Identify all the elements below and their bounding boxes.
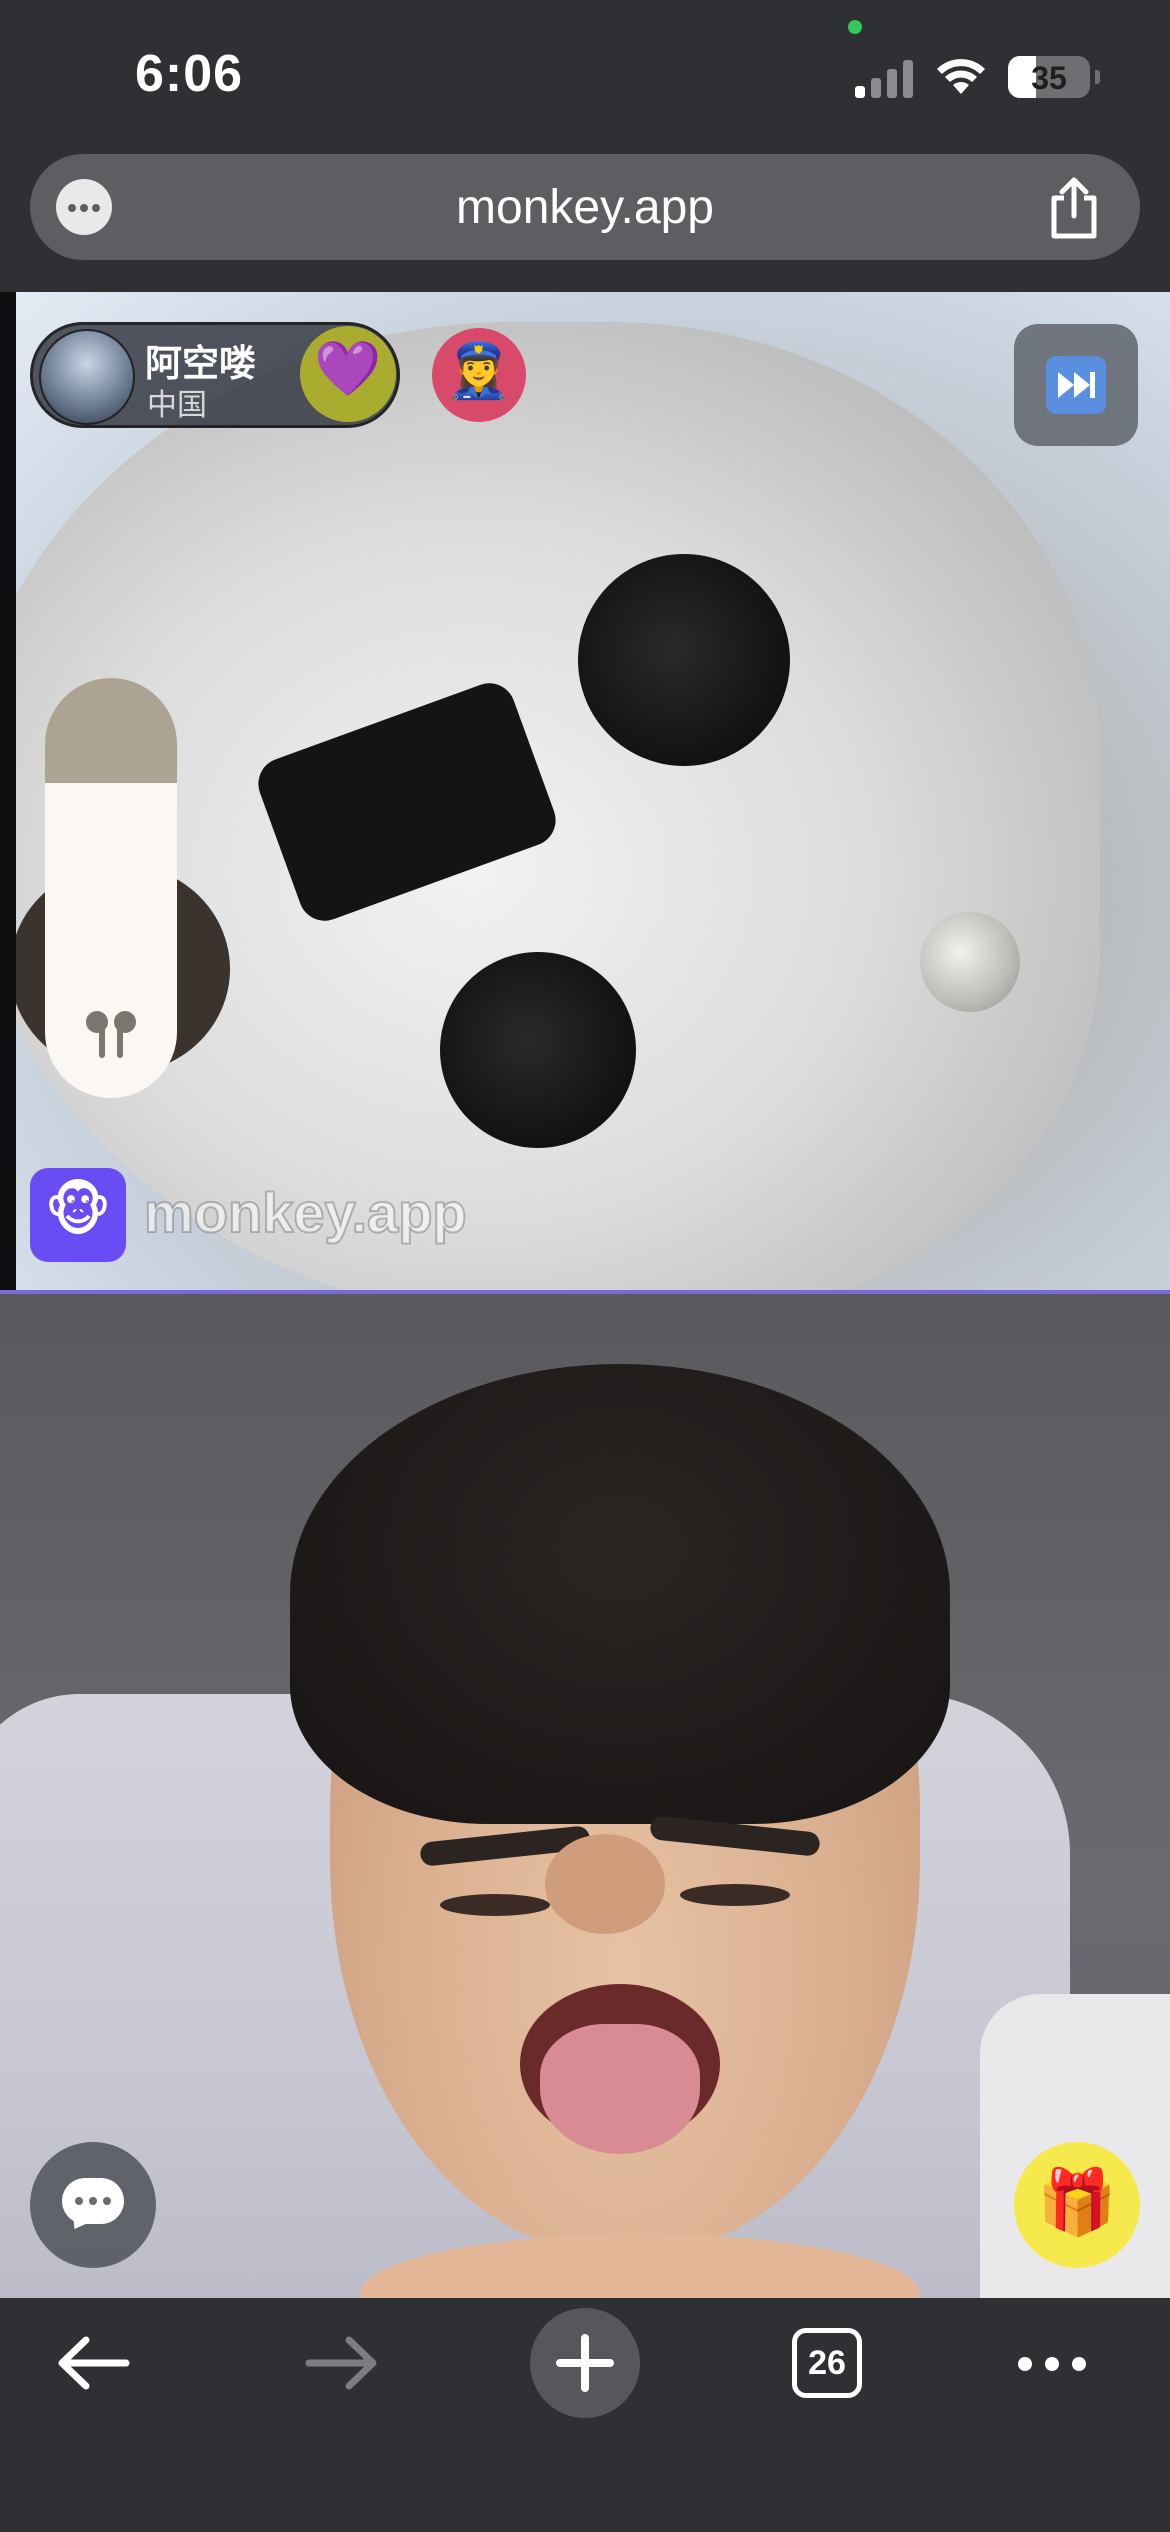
video-scene-detail [578,554,790,766]
back-arrow-icon[interactable] [40,2308,150,2418]
monkey-face-icon: 🐵 [44,1178,112,1243]
avatar[interactable] [39,329,135,425]
status-time: 6:06 [135,45,244,103]
video-scene-detail [540,2024,700,2154]
remote-user-country: 中国 [147,389,207,422]
police-officer-icon: 👮‍♀️ [445,341,513,401]
video-scene-detail [440,1894,550,1916]
battery-icon: 35 [1008,56,1100,98]
tabs-icon[interactable]: 26 [792,2328,862,2398]
wifi-icon [937,59,985,94]
camera-indicator-dot [848,20,862,34]
cellular-signal-icon [855,58,915,98]
address-bar[interactable]: monkey.app [30,154,1140,260]
purple-heart-icon: 💜 [314,339,382,399]
airpods-icon [86,1011,136,1058]
fast-forward-icon [1046,356,1106,414]
video-scene-detail [545,1834,665,1934]
chat-button[interactable] [30,2142,156,2268]
watermark-text: monkey.app [143,1180,468,1245]
video-edge [0,292,16,1290]
gift-button[interactable]: 🎁 [1014,2142,1140,2268]
menu-dots-icon[interactable] [1012,2340,1092,2386]
url-text[interactable]: monkey.app [30,180,1140,235]
video-scene-hair [290,1364,950,1824]
volume-slider-empty-track [45,678,177,783]
volume-slider[interactable] [45,678,177,1098]
video-scene-detail [440,952,636,1148]
battery-level: 35 [1031,60,1067,96]
status-bar: 6:06 35 [0,0,1170,150]
report-button[interactable]: 👮‍♀️ [432,328,526,422]
forward-arrow-icon[interactable] [285,2308,395,2418]
skip-next-button[interactable] [1014,324,1138,446]
new-tab-button[interactable] [530,2308,640,2418]
video-scene-detail [680,1884,790,1906]
new-tab-plus-icon [556,2334,614,2392]
like-heart-button[interactable]: 💜 [300,326,396,422]
monkey-logo: 🐵 [30,1168,126,1262]
share-icon[interactable] [1044,174,1104,240]
video-scene-detail [920,912,1020,1012]
local-video-feed [0,1294,1170,2298]
gift-icon: 🎁 [1037,2166,1117,2238]
remote-username: 阿空喽 [145,343,256,384]
